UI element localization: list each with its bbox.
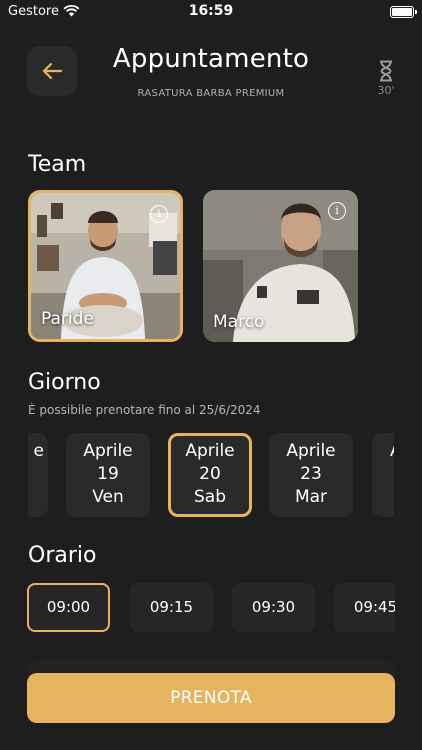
day-number: 19: [97, 464, 119, 484]
day-selector[interactable]: e Aprile 19 Ven Aprile 20 Sab Aprile 23 …: [28, 432, 394, 518]
day-weekday: Mar: [294, 487, 328, 507]
info-icon[interactable]: i: [150, 205, 168, 223]
duration-label: 30': [377, 84, 395, 97]
day-weekday: Sab: [194, 487, 226, 507]
time-heading: Orario: [28, 543, 97, 568]
info-icon[interactable]: i: [328, 202, 346, 220]
day-month: e: [33, 441, 44, 461]
day-month: Aprile: [286, 441, 336, 461]
hourglass-icon: [380, 60, 392, 82]
book-button[interactable]: PRENOTA: [27, 673, 395, 723]
battery-icon: [390, 6, 417, 18]
time-slot[interactable]: 09:15: [130, 583, 213, 632]
time-selector[interactable]: 09:00 09:15 09:30 09:45: [27, 583, 395, 633]
team-member-paride[interactable]: i Paride: [28, 190, 183, 342]
day-option-selected[interactable]: Aprile 20 Sab: [168, 433, 252, 517]
team-heading: Team: [28, 152, 87, 177]
day-option[interactable]: Aprile 19 Ven: [66, 433, 150, 517]
duration-indicator: 30': [372, 60, 400, 97]
day-number: 20: [199, 464, 221, 484]
day-heading: Giorno: [28, 370, 101, 395]
time-slot[interactable]: 09:45: [334, 583, 395, 632]
team-member-name: Paride: [41, 309, 94, 329]
time-slot[interactable]: 09:30: [232, 583, 315, 632]
day-option[interactable]: A: [372, 433, 394, 517]
day-option[interactable]: e: [28, 433, 48, 517]
day-month: Aprile: [185, 441, 235, 461]
team-member-name: Marco: [213, 312, 265, 332]
page-title: Appuntamento: [112, 44, 310, 74]
clock-label: 16:59: [188, 3, 234, 19]
day-option[interactable]: Aprile 23 Mar: [269, 433, 353, 517]
team-member-marco[interactable]: i Marco: [203, 190, 358, 342]
day-weekday: Ven: [92, 487, 124, 507]
day-number: 23: [300, 464, 322, 484]
day-month: A: [372, 440, 394, 463]
day-month: Aprile: [83, 441, 133, 461]
booking-limit-note: È possibile prenotare fino al 25/6/2024: [28, 403, 261, 417]
status-bar: Gestore 16:59: [0, 0, 422, 26]
time-slot-selected[interactable]: 09:00: [27, 583, 110, 632]
service-subtitle: RASATURA BARBA PREMIUM: [137, 88, 285, 99]
